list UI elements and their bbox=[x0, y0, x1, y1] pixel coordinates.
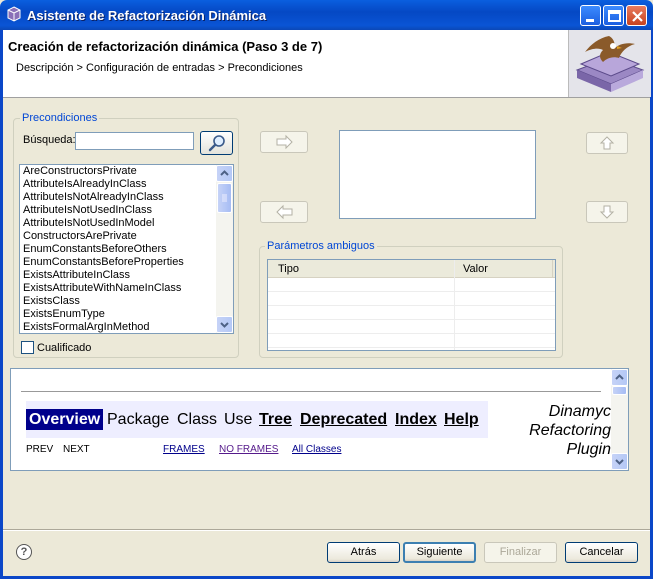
move-down-button[interactable] bbox=[586, 201, 628, 223]
nav-use: Use bbox=[224, 411, 253, 428]
table-header: Tipo Valor bbox=[268, 260, 555, 278]
search-input[interactable] bbox=[75, 132, 194, 150]
nav-class: Class bbox=[177, 411, 218, 428]
arrow-up-icon bbox=[599, 136, 615, 150]
nav-tree[interactable]: Tree bbox=[259, 409, 292, 430]
table-row bbox=[268, 292, 555, 306]
scroll-thumb[interactable] bbox=[612, 386, 627, 395]
close-button[interactable] bbox=[626, 5, 647, 26]
eagle-books-logo-icon bbox=[569, 30, 651, 97]
back-button[interactable]: Atrás bbox=[327, 542, 400, 563]
list-item[interactable]: ExistsAttributeInClass bbox=[20, 269, 233, 282]
minimize-icon bbox=[586, 19, 594, 22]
preconditions-list[interactable]: AreConstructorsPrivate AttributeIsAlready… bbox=[19, 164, 234, 334]
table-row bbox=[268, 306, 555, 320]
list-item[interactable]: ConstructorsArePrivate bbox=[20, 230, 233, 243]
list-item[interactable]: AreConstructorsPrivate bbox=[20, 165, 233, 178]
cancel-button[interactable]: Cancelar bbox=[565, 542, 638, 563]
footer-separator bbox=[3, 529, 650, 531]
caption-line-3: Plugin bbox=[566, 441, 611, 458]
list-item[interactable]: ExistsEnumType bbox=[20, 308, 233, 321]
frames-link[interactable]: FRAMES bbox=[163, 444, 205, 455]
caption-line-1: Dinamyc bbox=[548, 403, 611, 420]
list-item[interactable]: ExistsFormalArgInMethod bbox=[20, 321, 233, 333]
list-item[interactable]: AttributeIsNotAlreadyInClass bbox=[20, 191, 233, 204]
nav-prev: PREV bbox=[26, 444, 54, 455]
ambiguous-params-group-label: Parámetros ambiguos bbox=[265, 240, 377, 252]
search-label: Búsqueda: bbox=[23, 134, 76, 146]
qualified-checkbox[interactable] bbox=[21, 341, 34, 354]
nav-help[interactable]: Help bbox=[444, 409, 479, 430]
list-scrollbar[interactable] bbox=[216, 165, 233, 333]
help-icon[interactable]: ? bbox=[16, 544, 32, 560]
chevron-up-icon bbox=[615, 374, 624, 380]
list-item[interactable]: AttributeIsNotUsedInClass bbox=[20, 204, 233, 217]
javadoc-browser[interactable]: Overview Package Class Use Tree Deprecat… bbox=[10, 368, 629, 471]
app-icon bbox=[7, 6, 21, 22]
list-item[interactable]: ExistsAttributeWithNameInClass bbox=[20, 282, 233, 295]
wizard-header: Creación de refactorización dinámica (Pa… bbox=[3, 30, 651, 98]
maximize-icon bbox=[608, 10, 621, 22]
page-title: Creación de refactorización dinámica (Pa… bbox=[8, 39, 323, 54]
scroll-up-button[interactable] bbox=[611, 369, 628, 386]
add-precondition-button[interactable] bbox=[260, 131, 308, 153]
scroll-thumb[interactable] bbox=[217, 183, 232, 213]
nav-package: Package bbox=[107, 411, 170, 428]
title-bar: Asistente de Refactorización Dinámica bbox=[0, 0, 653, 30]
nav-index[interactable]: Index bbox=[395, 409, 437, 430]
list-item[interactable]: EnumConstantsBeforeOthers bbox=[20, 243, 233, 256]
remove-precondition-button[interactable] bbox=[260, 201, 308, 223]
wizard-logo bbox=[568, 30, 651, 97]
scroll-down-button[interactable] bbox=[611, 453, 628, 470]
finish-button[interactable]: Finalizar bbox=[484, 542, 557, 563]
column-header-tipo[interactable]: Tipo bbox=[270, 260, 299, 278]
move-up-button[interactable] bbox=[586, 132, 628, 154]
list-item[interactable]: AttributeIsAlreadyInClass bbox=[20, 178, 233, 191]
maximize-button[interactable] bbox=[603, 5, 624, 26]
list-items: AreConstructorsPrivate AttributeIsAlready… bbox=[20, 165, 233, 333]
search-button[interactable] bbox=[200, 131, 233, 155]
grip-icon bbox=[222, 194, 227, 202]
nav-deprecated[interactable]: Deprecated bbox=[300, 409, 387, 430]
close-icon bbox=[632, 11, 643, 22]
breadcrumb: Descripción > Configuración de entradas … bbox=[16, 62, 303, 74]
list-item[interactable]: AttributeIsNotUsedInModel bbox=[20, 217, 233, 230]
arrow-left-icon bbox=[276, 204, 293, 220]
window-title: Asistente de Refactorización Dinámica bbox=[27, 8, 267, 23]
nav-overview[interactable]: Overview bbox=[26, 409, 104, 430]
next-button[interactable]: Siguiente bbox=[403, 542, 476, 563]
scroll-up-button[interactable] bbox=[216, 165, 233, 182]
selected-preconditions-list[interactable] bbox=[339, 130, 536, 219]
javadoc-navbar: Overview Package Class Use Tree Deprecat… bbox=[26, 401, 488, 438]
minimize-button[interactable] bbox=[580, 5, 601, 26]
preconditions-group-label: Precondiciones bbox=[20, 112, 100, 124]
chevron-down-icon bbox=[615, 459, 624, 465]
all-classes-link[interactable]: All Classes bbox=[292, 444, 341, 455]
no-frames-link[interactable]: NO FRAMES bbox=[219, 444, 278, 455]
search-icon bbox=[208, 135, 225, 152]
list-item[interactable]: ExistsClass bbox=[20, 295, 233, 308]
arrow-down-icon bbox=[599, 205, 615, 219]
divider bbox=[21, 391, 601, 392]
table-row bbox=[268, 320, 555, 334]
nav-next: NEXT bbox=[63, 444, 90, 455]
chevron-up-icon bbox=[220, 170, 229, 176]
table-row bbox=[268, 278, 555, 292]
list-item[interactable]: EnumConstantsBeforeProperties bbox=[20, 256, 233, 269]
qualified-label: Cualificado bbox=[37, 342, 92, 354]
column-header-valor[interactable]: Valor bbox=[454, 260, 488, 278]
scroll-down-button[interactable] bbox=[216, 316, 233, 333]
arrow-right-icon bbox=[276, 134, 293, 150]
javadoc-scrollbar[interactable] bbox=[611, 369, 628, 470]
table-row bbox=[268, 334, 555, 348]
caption-line-2: Refactoring bbox=[529, 422, 611, 439]
ambiguous-params-table[interactable]: Tipo Valor bbox=[267, 259, 556, 351]
chevron-down-icon bbox=[220, 322, 229, 328]
